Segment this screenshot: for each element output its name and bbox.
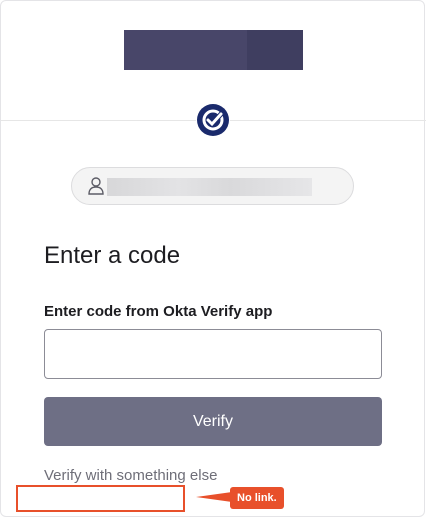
- redacted-username: [107, 178, 312, 196]
- code-field-label: Enter code from Okta Verify app: [44, 303, 273, 320]
- user-identifier: [71, 167, 354, 205]
- annotation-callout: No link.: [230, 487, 284, 509]
- brand-logo-segment: [247, 30, 303, 70]
- signin-card: Enter a code Enter code from Okta Verify…: [0, 0, 426, 517]
- okta-verify-check-icon: [196, 103, 230, 137]
- user-icon: [87, 176, 105, 196]
- annotation-highlight-box: [16, 485, 185, 512]
- page-title: Enter a code: [44, 242, 181, 269]
- verify-with-something-else-link[interactable]: Verify with something else: [44, 467, 217, 484]
- brand-logo: [124, 30, 303, 70]
- code-input[interactable]: [44, 329, 382, 379]
- verify-button[interactable]: Verify: [44, 397, 382, 446]
